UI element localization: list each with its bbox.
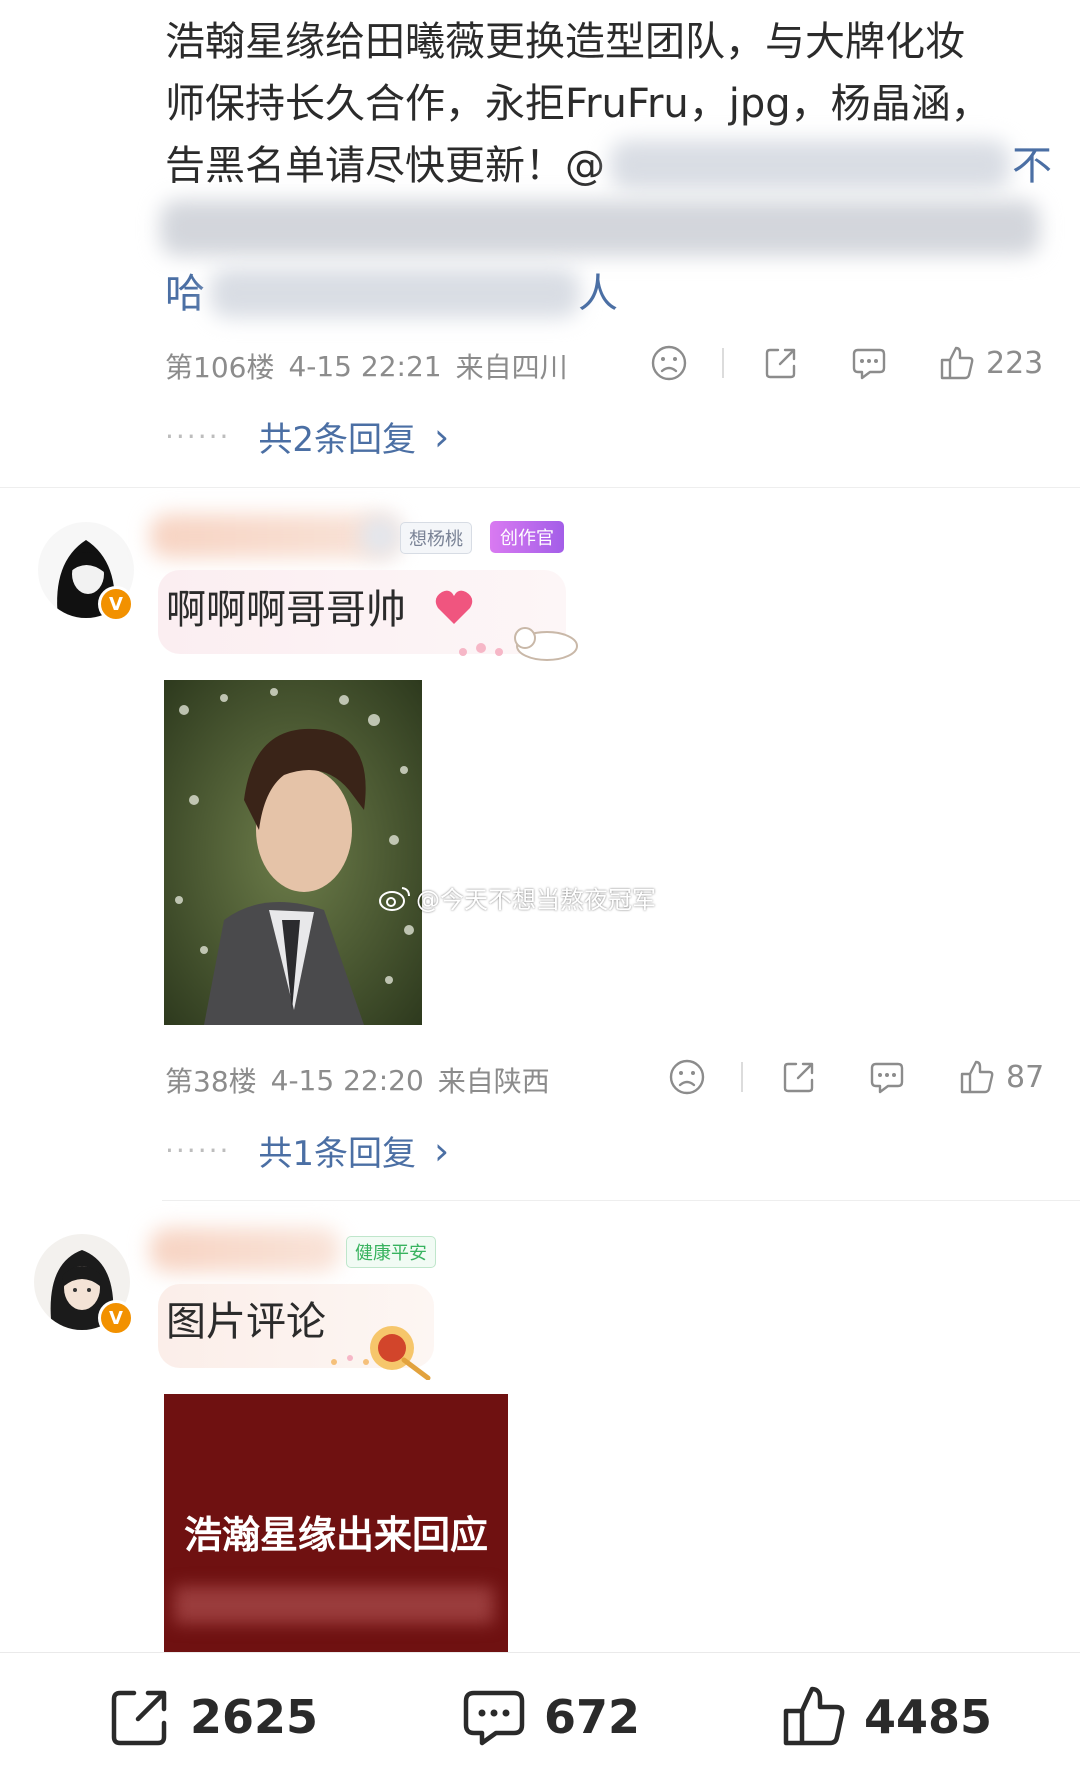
comment-image[interactable]: 浩瀚星缘出来回应	[164, 1394, 508, 1652]
share-icon	[783, 1062, 814, 1093]
creator-badge: 创作官	[490, 521, 564, 553]
divider	[0, 487, 1080, 488]
like-icon	[940, 346, 974, 380]
action-divider	[741, 1062, 743, 1092]
replies-count: 共1条回复	[258, 1134, 417, 1174]
share-icon	[111, 1690, 167, 1746]
comment-1-line-1: 浩翰星缘给田曦薇更换造型团队，与大牌化妆	[165, 19, 965, 65]
cat-decoration-icon	[455, 618, 585, 668]
redacted-image-text	[174, 1586, 494, 1624]
comment-icon	[852, 348, 886, 380]
like-count: 4485	[864, 1690, 993, 1744]
watermark-text: @今天不想当熬夜冠军	[416, 886, 656, 914]
timestamp: 4-15 22:20	[270, 1063, 424, 1097]
floor-label: 第106楼	[165, 351, 275, 384]
repost-count: 2625	[190, 1690, 319, 1744]
bottom-action-bar: 2625 672 4485	[0, 1652, 1080, 1785]
comment-1-meta: 第106楼 4-15 22:21 来自四川	[165, 346, 568, 386]
divider	[162, 1200, 1080, 1201]
sad-face-icon	[651, 345, 687, 381]
sad-face-icon	[669, 1059, 705, 1095]
comment-1-line-3-tail: 不	[1012, 143, 1052, 189]
comment-2-text: 啊啊啊哥哥帅	[166, 587, 406, 633]
redacted-username	[150, 1228, 340, 1272]
comment-1-line-5-tail: 人	[578, 271, 618, 317]
redacted-line-5	[210, 268, 580, 318]
timestamp: 4-15 22:21	[288, 349, 442, 383]
fan-badge: 健康平安	[346, 1236, 436, 1268]
replies-count: 共2条回复	[258, 420, 417, 460]
weibo-logo-icon	[379, 886, 410, 911]
image-watermark: @今天不想当熬夜冠军	[378, 880, 656, 915]
redacted-mention	[610, 140, 1010, 190]
lollipop-decoration-icon	[320, 1320, 450, 1384]
like-icon	[783, 1686, 845, 1746]
dislike-button[interactable]	[650, 344, 688, 386]
likes-button[interactable]: 4485	[780, 1683, 992, 1751]
comment-button[interactable]	[868, 1058, 906, 1100]
action-divider	[722, 348, 724, 378]
location: 来自四川	[455, 351, 568, 384]
redacted-line-4	[160, 200, 1040, 256]
comment-image[interactable]	[164, 680, 422, 1025]
comment-icon	[870, 1062, 904, 1094]
like-count: 87	[1006, 1059, 1045, 1095]
view-replies-link[interactable]: ······ 共1条回复 ›	[165, 1126, 449, 1175]
comments-button[interactable]: 672	[460, 1683, 640, 1751]
like-button[interactable]: 87	[958, 1058, 1044, 1096]
like-button[interactable]: 223	[938, 344, 1043, 382]
comment-2-meta: 第38楼 4-15 22:20 来自陕西	[165, 1060, 550, 1100]
v-badge-icon: V	[98, 1300, 134, 1336]
reply-dots: ······	[165, 1134, 231, 1167]
share-button[interactable]	[762, 344, 800, 386]
location: 来自陕西	[437, 1065, 550, 1098]
like-icon	[960, 1060, 994, 1094]
comment-1-line-3: 告黑名单请尽快更新！@	[165, 143, 605, 189]
chevron-right-icon: ›	[434, 414, 450, 459]
comment-3-text: 图片评论	[166, 1299, 326, 1345]
v-badge-icon: V	[98, 586, 134, 622]
comment-count: 672	[544, 1690, 641, 1744]
share-button[interactable]	[780, 1058, 818, 1100]
comment-1-line-2: 师保持长久合作，永拒FruFru，jpg，杨晶涵，	[165, 81, 991, 127]
chevron-right-icon: ›	[434, 1128, 450, 1173]
reply-dots: ······	[165, 420, 231, 453]
comment-1-line-5-head: 哈	[165, 271, 205, 317]
repost-button[interactable]: 2625	[106, 1683, 318, 1751]
floor-label: 第38楼	[165, 1065, 257, 1098]
fan-badge: 想杨桃	[400, 522, 472, 554]
redacted-badge-part	[360, 516, 400, 556]
dislike-button[interactable]	[668, 1058, 706, 1100]
view-replies-link[interactable]: ······ 共2条回复 ›	[165, 412, 449, 461]
photo-man-profile	[164, 680, 422, 1025]
image-headline: 浩瀚星缘出来回应	[183, 1513, 488, 1557]
comment-icon	[463, 1690, 525, 1746]
like-count: 223	[986, 345, 1044, 381]
share-icon	[765, 348, 796, 379]
comment-button[interactable]	[850, 344, 888, 386]
